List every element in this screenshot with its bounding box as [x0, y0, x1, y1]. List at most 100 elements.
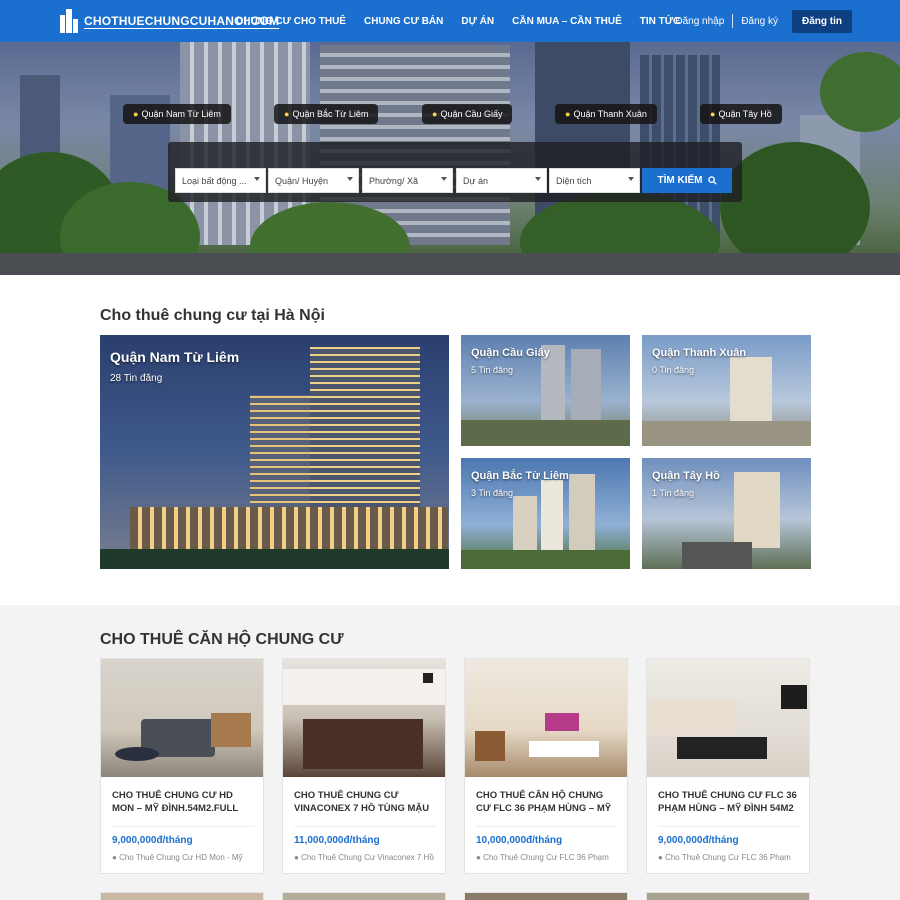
nav-item-news[interactable]: TIN TỨC [640, 16, 681, 27]
section-title: Cho thuê chung cư tại Hà Nội [100, 307, 325, 324]
district-pin-bac-tu-liem[interactable]: ● Quận Bắc Từ Liêm [274, 104, 379, 124]
hero-banner: ● Quận Nam Từ Liêm ● Quận Bắc Từ Liêm ● Quậ… [0, 42, 900, 275]
area-select[interactable]: Diện tích [549, 168, 640, 193]
listing-card[interactable] [282, 892, 446, 900]
tile-tower [250, 395, 315, 515]
nav-item-rent[interactable]: CHUNG CƯ CHO THUÊ [236, 16, 346, 27]
district-name: Quận Thanh Xuân [652, 347, 747, 359]
listing-card[interactable] [646, 892, 810, 900]
listing-photo [283, 659, 445, 777]
tile-tower [571, 349, 601, 425]
district-pin-thanh-xuan[interactable]: ● Quận Thanh Xuân [555, 104, 657, 124]
search-button-label: TÌM KIẾM [657, 175, 703, 186]
district-select[interactable]: Quận/ Huyện [268, 168, 359, 193]
location-text: Cho Thuê Chung Cư HD Mon - Mỹ [119, 853, 243, 862]
login-link[interactable]: Đăng nhập [675, 16, 724, 27]
tile-tower [541, 480, 563, 558]
district-name: Quận Cầu Giấy [471, 347, 550, 359]
search-panel: Loại bất động ... Quận/ Huyện Phường/ Xã… [168, 142, 742, 202]
district-name: Quận Tây Hồ [652, 470, 720, 482]
select-value: Dự án [463, 175, 489, 186]
listing-price: 10,000,000đ/tháng [476, 835, 563, 846]
search-button[interactable]: TÌM KIẾM [642, 168, 732, 193]
pin-label: Quận Cầu Giấy [440, 109, 503, 119]
photo-table [115, 747, 159, 761]
tile-tower [513, 496, 537, 558]
ward-select[interactable]: Phường/ Xã [362, 168, 453, 193]
tile-ground [461, 550, 630, 569]
listing-location: ● Cho Thuê Chung Cư Vinaconex 7 Hồ [294, 853, 438, 862]
district-count: 0 Tin đăng [652, 365, 695, 375]
photo-tv [545, 713, 579, 731]
listing-card[interactable] [100, 892, 264, 900]
photo-dining [475, 731, 505, 761]
register-link[interactable]: Đăng ký [741, 16, 778, 27]
listing-card[interactable]: CHO THUÊ CHUNG CƯ VINACONEX 7 HỒ TÙNG MẬ… [282, 658, 446, 874]
divider [732, 14, 734, 28]
nav-item-projects[interactable]: DỰ ÁN [461, 16, 494, 27]
map-pin-icon: ● [658, 853, 666, 862]
district-pin-tay-ho[interactable]: ● Quận Tây Hồ [700, 104, 782, 124]
building-logo-icon [60, 9, 80, 33]
nav-item-wanted[interactable]: CẦN MUA – CẦN THUÊ [512, 16, 622, 27]
pin-label: Quận Nam Từ Liêm [141, 109, 221, 119]
divider [476, 826, 618, 827]
auth-links: Đăng nhập Đăng ký Đăng tin [675, 0, 900, 42]
photo-chairs [211, 713, 251, 747]
project-select[interactable]: Dự án [456, 168, 547, 193]
listing-location: ● Cho Thuê Chung Cư FLC 36 Phạm [658, 853, 802, 862]
divider [112, 826, 254, 827]
search-icon [707, 176, 717, 185]
listing-title: CHO THUÊ CHUNG CƯ FLC 36 PHẠM HÙNG – MỸ … [658, 790, 797, 814]
listing-location: ● Cho Thuê Chung Cư FLC 36 Phạm [476, 853, 620, 862]
location-text: Cho Thuê Chung Cư Vinaconex 7 Hồ [301, 853, 434, 862]
district-count: 28 Tin đăng [110, 373, 163, 384]
property-type-select[interactable]: Loại bất động ... [175, 168, 266, 193]
listing-card[interactable] [464, 892, 628, 900]
pin-label: Quận Bắc Từ Liêm [292, 109, 369, 119]
listing-price: 11,000,000đ/tháng [294, 835, 380, 846]
listing-title: CHO THUÊ CHUNG CƯ HD MON – MỸ ĐÌNH.54M2.… [112, 790, 238, 814]
map-pin-icon: ● [432, 109, 438, 119]
listing-card[interactable]: CHO THUÊ CĂN HỘ CHUNG CƯ FLC 36 PHẠM HÙN… [464, 658, 628, 874]
tile-ground [642, 421, 811, 446]
district-tile-thanh-xuan[interactable]: Quận Thanh Xuân 0 Tin đăng [642, 335, 811, 446]
district-tile-bac-tu-liem[interactable]: Quận Bắc Từ Liêm 3 Tin đăng [461, 458, 630, 569]
district-tile-cau-giay[interactable]: Quận Cầu Giấy 5 Tin đăng [461, 335, 630, 446]
nav-item-sale[interactable]: CHUNG CƯ BÁN [364, 16, 443, 27]
listing-card[interactable]: CHO THUÊ CHUNG CƯ FLC 36 PHẠM HÙNG – MỸ … [646, 658, 810, 874]
section-title: CHO THUÊ CĂN HỘ CHUNG CƯ [100, 631, 344, 648]
chevron-down-icon [254, 177, 260, 181]
listing-card[interactable]: CHO THUÊ CHUNG CƯ HD MON – MỸ ĐÌNH.54M2.… [100, 658, 264, 874]
district-count: 5 Tin đăng [471, 365, 514, 375]
map-pin-icon: ● [476, 853, 484, 862]
district-name: Quận Bắc Từ Liêm [471, 470, 569, 482]
tile-podium [130, 507, 448, 555]
listing-photo [101, 659, 263, 777]
listing-location: ● Cho Thuê Chung Cư HD Mon - Mỹ [112, 853, 256, 862]
select-value: Phường/ Xã [369, 175, 418, 186]
district-tile-tay-ho[interactable]: Quận Tây Hồ 1 Tin đăng [642, 458, 811, 569]
map-pin-icon: ● [284, 109, 290, 119]
tile-tower [310, 347, 420, 515]
listing-price: 9,000,000đ/tháng [112, 835, 193, 846]
main-nav: CHUNG CƯ CHO THUÊ CHUNG CƯ BÁN DỰ ÁN CẦN… [236, 0, 698, 42]
district-tile-nam-tu-liem[interactable]: Quận Nam Từ Liêm 28 Tin đăng [100, 335, 449, 569]
hero-road [0, 253, 900, 275]
district-pin-nam-tu-liem[interactable]: ● Quận Nam Từ Liêm [123, 104, 231, 124]
post-listing-button[interactable]: Đăng tin [792, 9, 852, 33]
top-navbar: CHOTHUECHUNGCUHANOI.COM CHUNG CƯ CHO THU… [0, 0, 900, 42]
listings-section: CHO THUÊ CĂN HỘ CHUNG CƯ CHO THUÊ CHUNG … [0, 605, 900, 900]
district-count: 1 Tin đăng [652, 488, 695, 498]
photo-sofa [647, 699, 737, 735]
district-count: 3 Tin đăng [471, 488, 514, 498]
select-value: Quận/ Huyện [275, 175, 329, 186]
district-pin-cau-giay[interactable]: ● Quận Cầu Giấy [422, 104, 513, 124]
location-text: Cho Thuê Chung Cư FLC 36 Phạm [665, 853, 791, 862]
tile-ground [100, 549, 449, 569]
select-value: Diện tích [556, 175, 592, 186]
photo-tv-stand [529, 741, 599, 757]
photo-counter [303, 719, 423, 769]
photo-tv [781, 685, 807, 709]
map-pin-icon: ● [294, 853, 302, 862]
